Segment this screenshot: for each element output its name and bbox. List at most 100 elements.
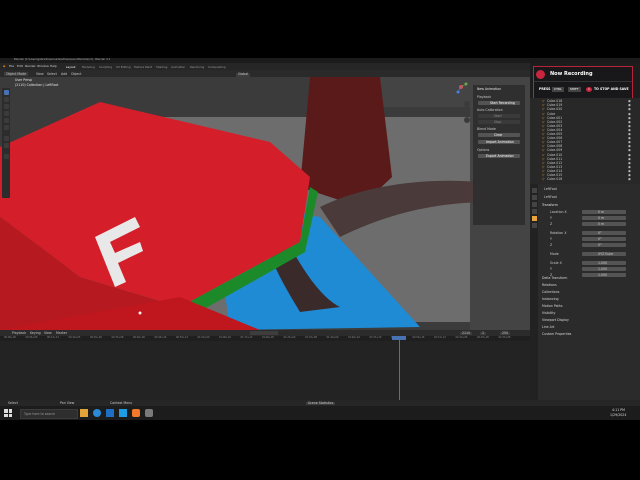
properties-object-name[interactable]: LeftFoot: [544, 187, 557, 191]
edge-icon[interactable]: [93, 409, 101, 417]
rotate-tool-icon[interactable]: [3, 111, 9, 116]
menu-file[interactable]: File: [9, 64, 14, 68]
transform-field[interactable]: 0 m: [582, 222, 626, 226]
tab-sculpting[interactable]: Sculpting: [99, 65, 112, 69]
3d-viewport[interactable]: User Persp (2110) Collection | LeftFoot: [0, 77, 530, 330]
taskbar-search-box[interactable]: Type here to search: [20, 409, 78, 419]
app-taskbar-icon[interactable]: [145, 409, 153, 417]
current-frame-field[interactable]: 2110: [460, 331, 473, 335]
viewport-menu-view[interactable]: View: [36, 72, 44, 76]
properties-panel-header[interactable]: Relations: [542, 283, 557, 287]
viewport-menu-select[interactable]: Select: [47, 72, 57, 76]
stop-button[interactable]: Stop: [478, 120, 520, 124]
viewport-menu-add[interactable]: Add: [61, 72, 67, 76]
export-animation-button[interactable]: Export Animation: [478, 154, 520, 158]
zoom-icon[interactable]: [464, 101, 470, 107]
move-tool-icon[interactable]: [3, 104, 9, 109]
transform-field[interactable]: 0°: [582, 231, 626, 235]
transform-field[interactable]: 0°: [582, 243, 626, 247]
start-recording-button[interactable]: Start Recording: [478, 101, 520, 105]
hand-icon[interactable]: [464, 109, 470, 115]
navigation-gizmo[interactable]: [453, 79, 469, 95]
transform-tool-icon[interactable]: [3, 125, 9, 130]
blender-taskbar-icon[interactable]: [132, 409, 140, 417]
scene-tab-icon[interactable]: [531, 209, 537, 214]
camera-icon[interactable]: [464, 117, 470, 123]
tab-compositing[interactable]: Compositing: [208, 65, 226, 69]
transform-panel-header[interactable]: Transform: [542, 203, 558, 207]
menu-render[interactable]: Render: [25, 64, 36, 68]
transform-field[interactable]: 1.000: [582, 267, 626, 271]
tool-tab-icon[interactable]: [531, 188, 537, 193]
properties-panel-header[interactable]: Instancing: [542, 297, 559, 301]
properties-editor[interactable]: LeftFoot LeftFoot Transform Location X 0 …: [530, 184, 640, 400]
properties-panel-header[interactable]: Visibility: [542, 311, 555, 315]
timeline-menu-marker[interactable]: Marker: [56, 331, 67, 335]
annotate-tool-icon[interactable]: [3, 136, 9, 141]
blender-logo-icon[interactable]: ◆: [3, 64, 5, 68]
timeline-tick-label: 02:06+16: [412, 336, 425, 339]
timeline-menu-keying[interactable]: Keying: [30, 331, 41, 335]
render-tab-icon[interactable]: [531, 195, 537, 200]
tab-shading[interactable]: Shading: [156, 65, 167, 69]
mail-icon[interactable]: [106, 409, 114, 417]
object-tab-icon[interactable]: [531, 216, 537, 221]
add-cube-tool-icon[interactable]: [3, 154, 9, 159]
cursor-tool-icon[interactable]: [3, 97, 9, 102]
transform-field[interactable]: 0°: [582, 237, 626, 241]
tab-modeling[interactable]: Modeling: [82, 65, 95, 69]
transform-field[interactable]: 0 m: [582, 216, 626, 220]
menu-edit[interactable]: Edit: [17, 64, 23, 68]
measure-tool-icon[interactable]: [3, 143, 9, 148]
outliner-row[interactable]: ▽ Cube.016 ◉: [536, 177, 632, 182]
properties-panel-header[interactable]: Delta Transform: [542, 276, 567, 280]
output-tab-icon[interactable]: [531, 202, 537, 207]
top-menu-bar: [0, 63, 530, 70]
tab-layout[interactable]: Layout: [66, 65, 76, 69]
start-frame-field[interactable]: 1: [480, 331, 487, 335]
transform-field[interactable]: 0 m: [582, 210, 626, 214]
tab-animation[interactable]: Animation: [171, 65, 185, 69]
tab-texture-paint[interactable]: Texture Paint: [134, 65, 152, 69]
transform-field[interactable]: 1.000: [582, 261, 626, 265]
tab-rendering[interactable]: Rendering: [190, 65, 204, 69]
store-icon[interactable]: [119, 409, 127, 417]
properties-panel-header[interactable]: Custom Properties: [542, 332, 571, 336]
timeline-tick-label: 01:20+05: [262, 336, 274, 339]
visibility-eye-icon[interactable]: ◉: [628, 177, 631, 181]
windows-start-icon[interactable]: [4, 409, 12, 417]
import-animation-button[interactable]: Import Animation: [478, 140, 520, 144]
transform-field[interactable]: 1.000: [582, 273, 626, 277]
properties-panel-header[interactable]: Viewport Display: [542, 318, 569, 322]
start-button[interactable]: Start: [478, 114, 520, 118]
menu-window[interactable]: Window: [37, 64, 49, 68]
tab-uv-editing[interactable]: UV Editing: [116, 65, 131, 69]
timeline-tick-label: 00:20+05: [68, 336, 81, 339]
transform-field-value: 0 m: [598, 209, 605, 214]
transform-field[interactable]: XYZ Euler: [582, 252, 626, 256]
end-frame-field[interactable]: 250: [500, 331, 511, 335]
properties-panel-header[interactable]: Line Art: [542, 325, 554, 329]
clear-button[interactable]: Clear: [478, 133, 520, 137]
properties-panel-header[interactable]: Motion Paths: [542, 304, 562, 308]
transform-field-value: 1.000: [598, 266, 608, 271]
mode-selector[interactable]: Object Mode: [4, 72, 29, 77]
status-context-menu: Context Menu: [110, 400, 133, 405]
playhead[interactable]: [399, 336, 400, 400]
viewport-menu-object[interactable]: Object: [71, 72, 81, 76]
select-tool-icon[interactable]: [3, 90, 9, 95]
playback-controls[interactable]: [250, 331, 278, 335]
timeline-menu-view[interactable]: View: [44, 331, 52, 335]
modifier-tab-icon[interactable]: [531, 223, 537, 228]
recording-title: Now Recording: [550, 70, 593, 77]
recording-overlay: Now Recording PRESS CTRL SHIFT 1 TO STOP…: [533, 66, 633, 101]
properties-panel-header[interactable]: Collections: [542, 290, 559, 294]
file-explorer-icon[interactable]: [80, 409, 88, 417]
timeline-ruler[interactable]: 00:00+00 00:06+06 00:13+13 00:20+05 00:25+00…: [0, 336, 530, 341]
outliner[interactable]: ▽ Cube.018 ◉ ▽ Cube.019 ◉ ▽ Cube.020 ◉ ▽ Cube ◉ ▽ Cub…: [530, 98, 640, 184]
timeline-menu-playback[interactable]: Playback: [12, 331, 26, 335]
scale-tool-icon[interactable]: [3, 118, 9, 123]
properties-sub-name[interactable]: LeftFoot: [544, 195, 557, 199]
playhead-frame-tag[interactable]: [392, 336, 406, 340]
menu-help[interactable]: Help: [50, 64, 57, 68]
